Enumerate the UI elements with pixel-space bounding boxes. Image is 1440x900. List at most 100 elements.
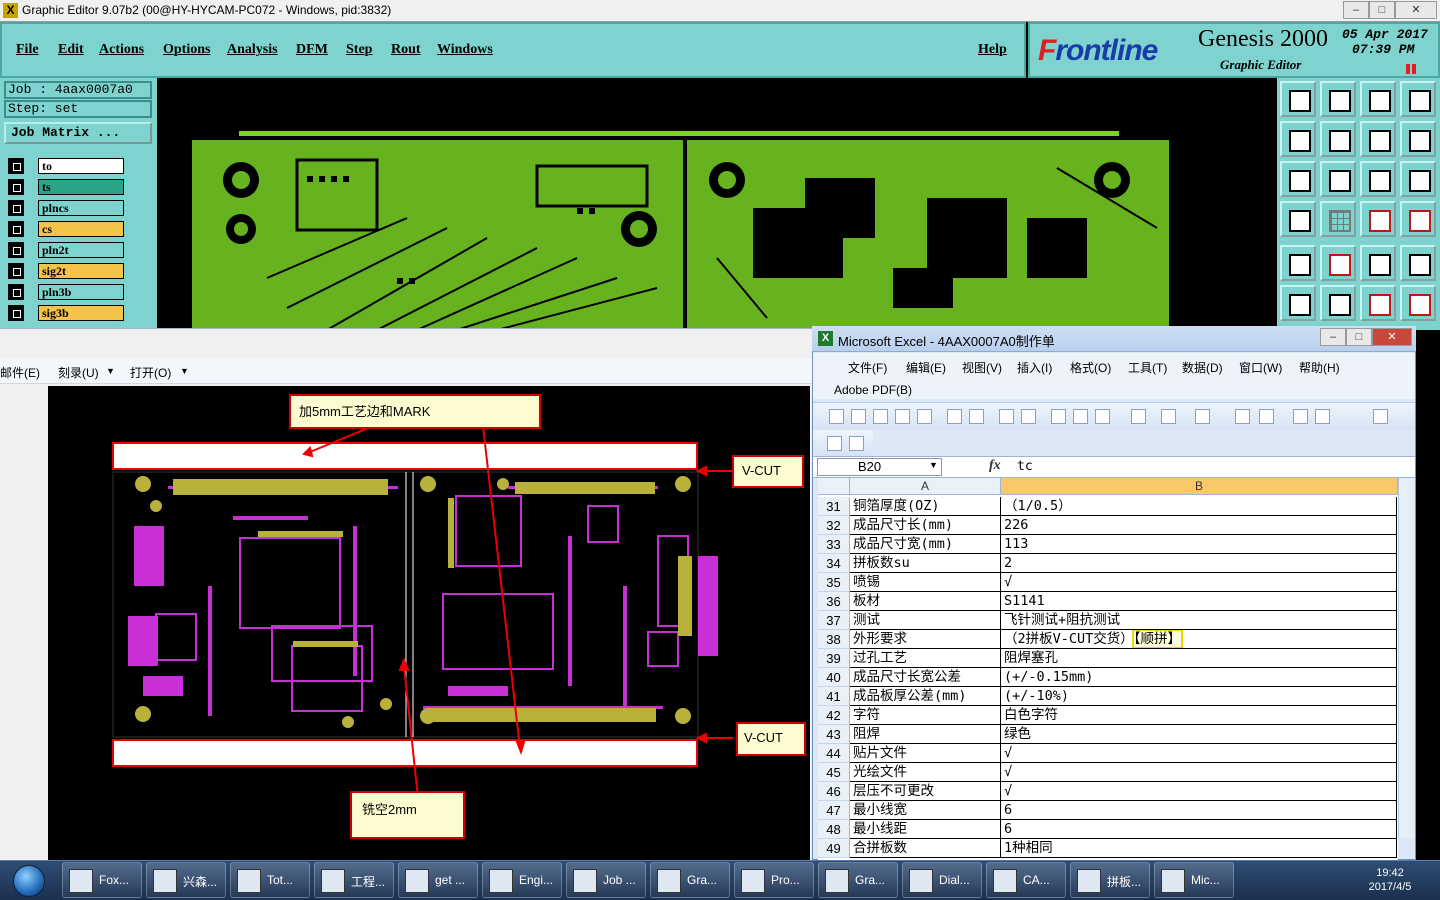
- minimize-button[interactable]: –: [1343, 1, 1369, 19]
- cell-b[interactable]: 白色字符: [1001, 706, 1397, 725]
- cut-icon[interactable]: [1051, 409, 1066, 424]
- mirror-icon[interactable]: [1360, 121, 1396, 157]
- cell-a[interactable]: 过孔工艺: [850, 649, 1001, 668]
- menu-analysis[interactable]: Analysis: [227, 42, 278, 58]
- viewer-open-button[interactable]: 打开(O): [130, 364, 171, 381]
- excel-menu-help[interactable]: 帮助(H): [1299, 359, 1340, 376]
- fill-color-icon[interactable]: [1373, 409, 1388, 424]
- excel-menu-format[interactable]: 格式(O): [1070, 359, 1111, 376]
- layer-compare-icon[interactable]: [1360, 201, 1396, 237]
- row-number[interactable]: 35: [818, 573, 850, 592]
- email-icon[interactable]: [917, 409, 932, 424]
- excel-menu-insert[interactable]: 插入(I): [1017, 359, 1052, 376]
- print-icon[interactable]: [947, 409, 962, 424]
- row-number[interactable]: 37: [818, 611, 850, 630]
- cell-b[interactable]: S1141: [1001, 592, 1397, 611]
- layer-compare-alt-icon[interactable]: [1400, 201, 1436, 237]
- cell-b[interactable]: （1/0.5）: [1001, 497, 1397, 516]
- pan-left-icon[interactable]: [1280, 121, 1316, 157]
- chevron-down-icon[interactable]: ▼: [180, 366, 189, 376]
- redo-icon[interactable]: [1195, 409, 1210, 424]
- layer-name[interactable]: sig3b: [38, 305, 124, 321]
- cell-a[interactable]: 层压不可更改: [850, 782, 1001, 801]
- cell-b[interactable]: 113: [1001, 535, 1397, 554]
- layer-row-plncs[interactable]: plncs: [8, 200, 124, 216]
- cross-icon[interactable]: [1320, 285, 1356, 321]
- menu-help[interactable]: Help: [978, 42, 1007, 58]
- layer-row-pln3b[interactable]: pln3b: [8, 284, 124, 300]
- row-number[interactable]: 42: [818, 706, 850, 725]
- taskbar-item[interactable]: 兴森...: [146, 862, 226, 898]
- cell-a[interactable]: 喷锡: [850, 573, 1001, 592]
- excel-menu-window[interactable]: 窗口(W): [1239, 359, 1282, 376]
- taskbar-item[interactable]: CA...: [986, 862, 1066, 898]
- name-box[interactable]: B20: [817, 458, 942, 476]
- cell-b[interactable]: √: [1001, 573, 1397, 592]
- cell-b[interactable]: √: [1001, 763, 1397, 782]
- cell-a[interactable]: 字符: [850, 706, 1001, 725]
- cell-a[interactable]: 贴片文件: [850, 744, 1001, 763]
- cell-b[interactable]: √: [1001, 744, 1397, 763]
- maximize-button[interactable]: □: [1369, 1, 1395, 19]
- route-alt-icon[interactable]: [1400, 285, 1436, 321]
- cell-b[interactable]: 2: [1001, 554, 1397, 573]
- row-number[interactable]: 31: [818, 497, 850, 516]
- route-icon[interactable]: [1360, 285, 1396, 321]
- taskbar-item[interactable]: Mic...: [1154, 862, 1234, 898]
- row-number[interactable]: 33: [818, 535, 850, 554]
- spreadsheet-grid[interactable]: A B 31 铜箔厚度(OZ) （1/0.5） 32 成品尺寸长(mm) 226 33 成品尺…: [818, 478, 1398, 860]
- row-number[interactable]: 45: [818, 763, 850, 782]
- cell-a[interactable]: 最小线宽: [850, 801, 1001, 820]
- row-number[interactable]: 47: [818, 801, 850, 820]
- layer-name[interactable]: pln3b: [38, 284, 124, 300]
- menu-edit[interactable]: Edit: [58, 42, 84, 58]
- taskbar-item[interactable]: Tot...: [230, 862, 310, 898]
- row-number[interactable]: 48: [818, 820, 850, 839]
- excel-close-button[interactable]: ✕: [1372, 328, 1412, 346]
- excel-menu-data[interactable]: 数据(D): [1182, 359, 1223, 376]
- net-connect-icon[interactable]: [1280, 285, 1316, 321]
- window-icon[interactable]: [1400, 81, 1436, 117]
- menu-actions[interactable]: Actions: [99, 42, 144, 58]
- fit-screen-icon[interactable]: [1280, 161, 1316, 197]
- layer-name[interactable]: to: [38, 158, 124, 174]
- zoom-ratio-icon[interactable]: [1360, 161, 1396, 197]
- layer-checkbox[interactable]: [8, 179, 24, 195]
- close-button[interactable]: ✕: [1395, 1, 1437, 19]
- layer-name[interactable]: cs: [38, 221, 124, 237]
- layer-row-cs[interactable]: cs: [8, 221, 124, 237]
- pan-right-icon[interactable]: [1320, 121, 1356, 157]
- chevron-down-icon[interactable]: ▼: [929, 460, 938, 470]
- cell-b[interactable]: 阻焊塞孔: [1001, 649, 1397, 668]
- layer-name[interactable]: ts: [38, 179, 124, 195]
- undo-icon[interactable]: [1161, 409, 1176, 424]
- select-feature-icon[interactable]: [1280, 245, 1316, 281]
- cell-b[interactable]: 226: [1001, 516, 1397, 535]
- paste-icon[interactable]: [1095, 409, 1110, 424]
- menu-rout[interactable]: Rout: [391, 42, 421, 58]
- column-header-a[interactable]: A: [850, 478, 1001, 495]
- excel-menu-tools[interactable]: 工具(T): [1128, 359, 1167, 376]
- open-folder-icon[interactable]: [851, 409, 866, 424]
- taskbar-item[interactable]: Fox...: [62, 862, 142, 898]
- cell-b[interactable]: 飞针测试+阻抗测试: [1001, 611, 1397, 630]
- cell-a[interactable]: 铜箔厚度(OZ): [850, 497, 1001, 516]
- taskbar-item[interactable]: Pro...: [734, 862, 814, 898]
- layer-checkbox[interactable]: [8, 242, 24, 258]
- row-number[interactable]: 32: [818, 516, 850, 535]
- snap-icon[interactable]: [1400, 121, 1436, 157]
- taskbar-item[interactable]: Engi...: [482, 862, 562, 898]
- research-icon[interactable]: [1021, 409, 1036, 424]
- cell-b[interactable]: （2拼板V-CUT交货）【顺拼】: [1001, 630, 1397, 649]
- row-number[interactable]: 38: [818, 630, 850, 649]
- vertical-scrollbar[interactable]: [1398, 478, 1415, 838]
- cell-a[interactable]: 成品尺寸长(mm): [850, 516, 1001, 535]
- cell-a[interactable]: 板材: [850, 592, 1001, 611]
- menu-file[interactable]: File: [16, 42, 39, 58]
- pad-icon[interactable]: [1400, 245, 1436, 281]
- cell-a[interactable]: 拼板数su: [850, 554, 1001, 573]
- cell-b[interactable]: 6: [1001, 801, 1397, 820]
- cell-a[interactable]: 测试: [850, 611, 1001, 630]
- fx-icon[interactable]: fx: [989, 458, 1001, 474]
- grid-icon[interactable]: [1320, 201, 1356, 237]
